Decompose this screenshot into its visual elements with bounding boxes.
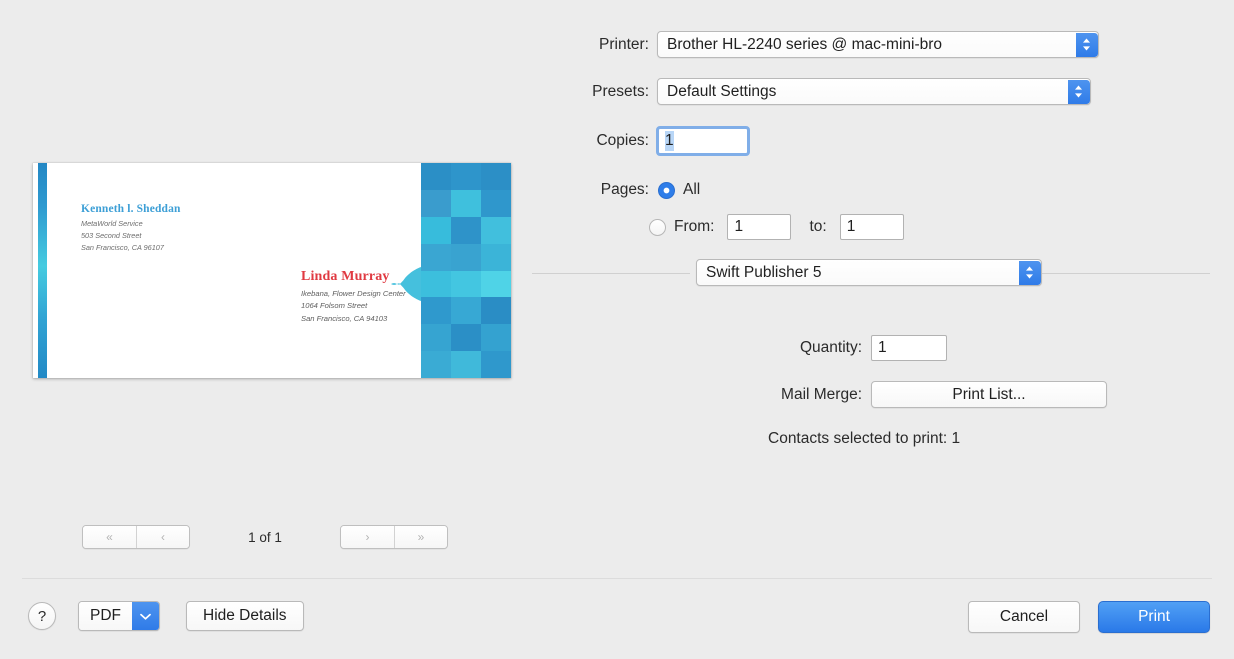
pages-row-all: Pages: All xyxy=(560,181,700,199)
radio-off-icon xyxy=(649,218,666,236)
quantity-row: Quantity: 1 xyxy=(700,335,947,361)
mosaic-tile xyxy=(421,163,451,190)
pages-to-input[interactable]: 1 xyxy=(839,214,904,240)
help-button[interactable]: ? xyxy=(28,602,56,630)
printer-select[interactable]: Brother HL-2240 series @ mac-mini-bro xyxy=(657,31,1099,58)
envelope-preview: Kenneth l. Sheddan MetaWorld Service 503… xyxy=(33,163,511,378)
chevron-down-icon[interactable] xyxy=(132,602,159,630)
pages-range-radio[interactable]: From: xyxy=(649,218,714,236)
help-button-label: ? xyxy=(37,607,47,625)
mosaic-tile xyxy=(481,189,511,217)
hide-details-button[interactable]: Hide Details xyxy=(186,601,304,631)
presets-label: Presets: xyxy=(592,82,649,100)
mosaic-tile xyxy=(421,324,451,352)
return-address-name: Kenneth l. Sheddan xyxy=(81,203,181,215)
pages-from-label: From: xyxy=(674,218,715,235)
print-button-label: Print xyxy=(1138,608,1170,625)
mosaic-tile xyxy=(481,243,511,271)
return-address-line: San Francisco, CA 96107 xyxy=(81,242,164,252)
print-list-button-label: Print List... xyxy=(952,385,1026,403)
last-page-button[interactable]: » xyxy=(394,526,447,548)
mosaic-tile xyxy=(481,216,511,244)
contacts-selected-note: Contacts selected to print: 1 xyxy=(768,430,961,447)
print-module-select[interactable]: Swift Publisher 5 xyxy=(696,259,1042,286)
print-module-value: Swift Publisher 5 xyxy=(706,263,822,281)
pager-back-group[interactable]: « ‹ xyxy=(82,525,190,549)
mail-merge-label: Mail Merge: xyxy=(781,385,862,403)
recipient-name: Linda Murray xyxy=(301,269,390,284)
mosaic-tile xyxy=(481,351,511,378)
quantity-input-value: 1 xyxy=(878,339,887,356)
envelope-left-stripe xyxy=(38,163,47,378)
printer-label: Printer: xyxy=(599,35,649,53)
module-separator-right xyxy=(1042,273,1210,274)
pages-label: Pages: xyxy=(600,181,649,198)
envelope-recipient-address: Linda Murray Ikebana, Flower Design Cent… xyxy=(301,269,451,325)
mosaic-tile xyxy=(451,324,481,352)
mosaic-tile xyxy=(421,243,451,271)
print-button[interactable]: Print xyxy=(1098,601,1210,633)
chevron-updown-icon xyxy=(1018,260,1041,285)
copies-input[interactable]: 1 xyxy=(656,126,750,156)
chevron-updown-icon xyxy=(1075,32,1098,57)
mosaic-tile xyxy=(451,163,481,190)
mosaic-tile xyxy=(451,189,481,217)
recipient-address-line: San Francisco, CA 94103 xyxy=(301,313,388,323)
mosaic-tile xyxy=(481,324,511,352)
printer-row: Printer: Brother HL-2240 series @ mac-mi… xyxy=(560,31,1099,58)
cancel-button[interactable]: Cancel xyxy=(968,601,1080,633)
envelope-return-address: Kenneth l. Sheddan MetaWorld Service 503… xyxy=(81,203,291,253)
copies-input-value: 1 xyxy=(665,131,674,151)
pdf-button-label: PDF xyxy=(79,602,132,630)
mosaic-tile xyxy=(481,163,511,190)
mosaic-tile xyxy=(421,189,451,217)
pages-to-label: to: xyxy=(809,218,827,235)
cancel-button-label: Cancel xyxy=(999,608,1049,625)
mosaic-tile xyxy=(451,216,481,244)
mosaic-tile xyxy=(481,297,511,325)
return-address-line: MetaWorld Service xyxy=(81,219,143,228)
mosaic-tile xyxy=(451,270,481,298)
presets-select-value: Default Settings xyxy=(667,82,777,100)
recipient-address-line: 1064 Folsom Street xyxy=(301,301,368,311)
print-list-button[interactable]: Print List... xyxy=(871,381,1107,408)
mosaic-tile xyxy=(421,351,451,378)
pages-from-value: 1 xyxy=(734,218,744,235)
bottom-divider xyxy=(22,578,1212,579)
copies-row: Copies: 1 xyxy=(560,126,750,156)
module-separator-left xyxy=(532,273,690,274)
mosaic-tile xyxy=(451,297,481,325)
mosaic-tile xyxy=(451,351,481,378)
mosaic-tile xyxy=(451,243,481,271)
pages-all-label: All xyxy=(683,181,701,198)
quantity-label: Quantity: xyxy=(799,339,862,356)
chevron-updown-icon xyxy=(1067,79,1090,104)
mosaic-tile xyxy=(421,216,451,244)
print-dialog: Kenneth l. Sheddan MetaWorld Service 503… xyxy=(0,0,1234,659)
page-position-label: 1 of 1 xyxy=(248,529,282,545)
pages-all-radio[interactable]: All xyxy=(658,181,700,199)
preview-pager: « ‹ 1 of 1 › » xyxy=(0,525,530,549)
mail-merge-row: Mail Merge: Print List... xyxy=(700,381,1107,408)
next-page-button[interactable]: › xyxy=(341,526,394,548)
return-address-line: 503 Second Street xyxy=(81,230,142,240)
pdf-menu-button[interactable]: PDF xyxy=(78,601,160,631)
mosaic-tile xyxy=(481,270,511,298)
quantity-input[interactable]: 1 xyxy=(871,335,947,361)
copies-label: Copies: xyxy=(596,132,649,149)
pages-row-range: From: 1 to: 1 xyxy=(649,214,904,240)
pages-to-value: 1 xyxy=(846,218,856,235)
print-preview-pane: Kenneth l. Sheddan MetaWorld Service 503… xyxy=(0,0,530,575)
first-page-button[interactable]: « xyxy=(83,526,136,548)
presets-select[interactable]: Default Settings xyxy=(657,78,1091,105)
radio-on-icon xyxy=(658,181,675,199)
printer-select-value: Brother HL-2240 series @ mac-mini-bro xyxy=(667,35,943,53)
presets-row: Presets: Default Settings xyxy=(560,78,1091,105)
pager-forward-group[interactable]: › » xyxy=(340,525,448,549)
hide-details-button-label: Hide Details xyxy=(203,607,287,624)
recipient-address-line: Ikebana, Flower Design Center xyxy=(301,289,406,298)
previous-page-button[interactable]: ‹ xyxy=(136,526,189,548)
pages-from-input[interactable]: 1 xyxy=(727,214,792,240)
